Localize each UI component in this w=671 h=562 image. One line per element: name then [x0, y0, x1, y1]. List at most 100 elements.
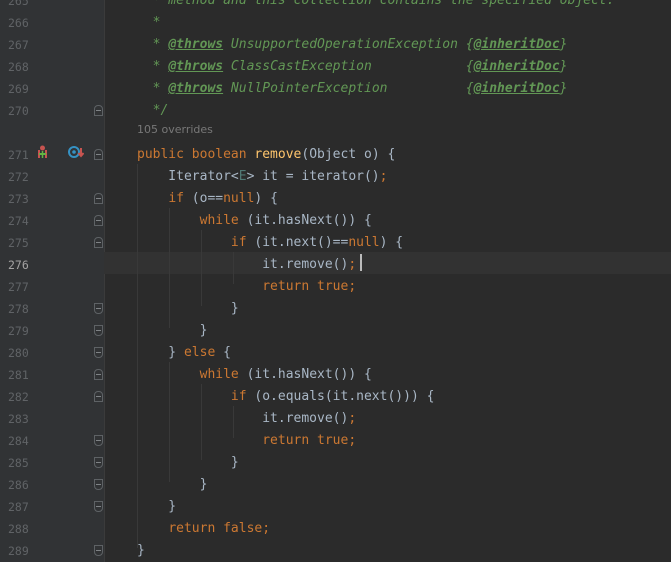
- code-token: }: [137, 455, 239, 470]
- line-number[interactable]: 267: [8, 34, 34, 56]
- fold-marker-icon[interactable]: [94, 105, 103, 116]
- code-token: }: [137, 345, 184, 360]
- code-line[interactable]: Iterator<E> it = iterator();: [137, 166, 387, 188]
- fold-marker-icon[interactable]: [94, 391, 103, 402]
- code-line[interactable]: *: [137, 12, 161, 34]
- code-editor[interactable]: 265 266 267 268 269 270 271 272 273 274 275 276 277 2…: [0, 0, 671, 562]
- code-line[interactable]: } else {: [137, 342, 231, 364]
- line-number[interactable]: 269: [8, 78, 34, 100]
- line-number[interactable]: 276: [8, 254, 34, 276]
- line-number[interactable]: 284: [8, 430, 34, 452]
- code-line[interactable]: public boolean remove(Object o) {: [137, 144, 395, 166]
- code-line[interactable]: }: [137, 496, 176, 518]
- code-token: if: [230, 389, 247, 404]
- line-number[interactable]: 273: [8, 188, 34, 210]
- code-line[interactable]: * @throws ClassCastException {@inheritDo…: [137, 56, 568, 78]
- code-token: return false;: [168, 521, 271, 536]
- code-token: *: [137, 15, 161, 30]
- fold-marker-icon[interactable]: [94, 193, 103, 204]
- line-number[interactable]: 266: [8, 12, 34, 34]
- code-token: }: [137, 499, 177, 514]
- fold-marker-icon[interactable]: [94, 325, 103, 336]
- line-number[interactable]: 286: [8, 474, 34, 496]
- fold-marker-icon[interactable]: [94, 369, 103, 380]
- code-token: @throws: [168, 81, 224, 96]
- code-token: }: [559, 81, 568, 96]
- code-token: *: [137, 59, 169, 74]
- code-line[interactable]: }: [137, 298, 239, 320]
- code-line[interactable]: * method and this collection contains th…: [137, 0, 615, 12]
- fold-marker-icon[interactable]: [94, 435, 103, 446]
- code-token: null: [348, 235, 380, 250]
- line-number[interactable]: 277: [8, 276, 34, 298]
- code-line[interactable]: if (o.equals(it.next())) {: [137, 386, 435, 408]
- code-token: @inheritDoc: [473, 59, 560, 74]
- line-number[interactable]: 274: [8, 210, 34, 232]
- code-line[interactable]: while (it.hasNext()) {: [137, 364, 372, 386]
- code-line[interactable]: }: [137, 320, 208, 342]
- code-token: *: [137, 37, 169, 52]
- code-token: return true;: [262, 279, 357, 294]
- code-token: null: [223, 191, 255, 206]
- code-token: > it = iterator(): [246, 169, 380, 184]
- overrides-icon[interactable]: [68, 145, 84, 159]
- line-number[interactable]: 270: [8, 100, 34, 122]
- fold-marker-icon[interactable]: [94, 479, 103, 490]
- fold-marker-icon[interactable]: [94, 303, 103, 314]
- code-token: public boolean: [137, 147, 255, 162]
- line-number[interactable]: 265: [8, 0, 34, 12]
- code-line[interactable]: }: [137, 452, 239, 474]
- code-line[interactable]: */: [137, 100, 169, 122]
- code-line[interactable]: }: [137, 540, 145, 562]
- fold-marker-icon[interactable]: [94, 215, 103, 226]
- code-token: ) {: [379, 235, 404, 250]
- code-token: ;: [379, 169, 388, 184]
- code-line[interactable]: while (it.hasNext()) {: [137, 210, 372, 232]
- line-number[interactable]: 268: [8, 56, 34, 78]
- line-number[interactable]: 288: [8, 518, 34, 540]
- code-token: if: [230, 235, 247, 250]
- line-number[interactable]: 282: [8, 386, 34, 408]
- fold-marker-icon[interactable]: [94, 545, 103, 556]
- code-line[interactable]: }: [137, 474, 208, 496]
- code-line[interactable]: return true;: [137, 430, 356, 452]
- overrides-hint[interactable]: 105 overrides: [137, 119, 213, 141]
- code-token: it.remove(): [137, 257, 349, 272]
- line-number[interactable]: 272: [8, 166, 34, 188]
- implements-icon[interactable]: [36, 145, 49, 159]
- line-number[interactable]: 280: [8, 342, 34, 364]
- code-token: }: [137, 323, 208, 338]
- line-number[interactable]: 283: [8, 408, 34, 430]
- code-token: (o.equals(it.next())) {: [246, 389, 435, 404]
- code-token: * method and this collection contains th…: [137, 0, 615, 8]
- code-token: {: [465, 37, 474, 52]
- fold-marker-icon[interactable]: [94, 501, 103, 512]
- code-line[interactable]: it.remove();: [137, 408, 356, 430]
- line-number[interactable]: 271: [8, 144, 34, 166]
- fold-marker-icon[interactable]: [94, 149, 103, 160]
- code-line[interactable]: * @throws NullPointerException {@inherit…: [137, 78, 568, 100]
- fold-marker-icon[interactable]: [94, 237, 103, 248]
- line-number[interactable]: 285: [8, 452, 34, 474]
- code-line[interactable]: if (it.next()==null) {: [137, 232, 403, 254]
- fold-marker-icon[interactable]: [94, 347, 103, 358]
- line-number[interactable]: 278: [8, 298, 34, 320]
- line-number[interactable]: 287: [8, 496, 34, 518]
- line-number[interactable]: 275: [8, 232, 34, 254]
- fold-marker-icon[interactable]: [94, 457, 103, 468]
- line-number[interactable]: 289: [8, 540, 34, 562]
- code-line[interactable]: return false;: [137, 518, 270, 540]
- code-line[interactable]: it.remove();: [137, 254, 356, 276]
- code-line[interactable]: if (o==null) {: [137, 188, 278, 210]
- code-line[interactable]: * @throws UnsupportedOperationException …: [137, 34, 568, 56]
- line-number[interactable]: 279: [8, 320, 34, 342]
- code-token: E: [238, 169, 247, 184]
- line-number[interactable]: 281: [8, 364, 34, 386]
- code-token: if: [168, 191, 184, 206]
- code-line[interactable]: return true;: [137, 276, 356, 298]
- code-token: */: [137, 103, 169, 118]
